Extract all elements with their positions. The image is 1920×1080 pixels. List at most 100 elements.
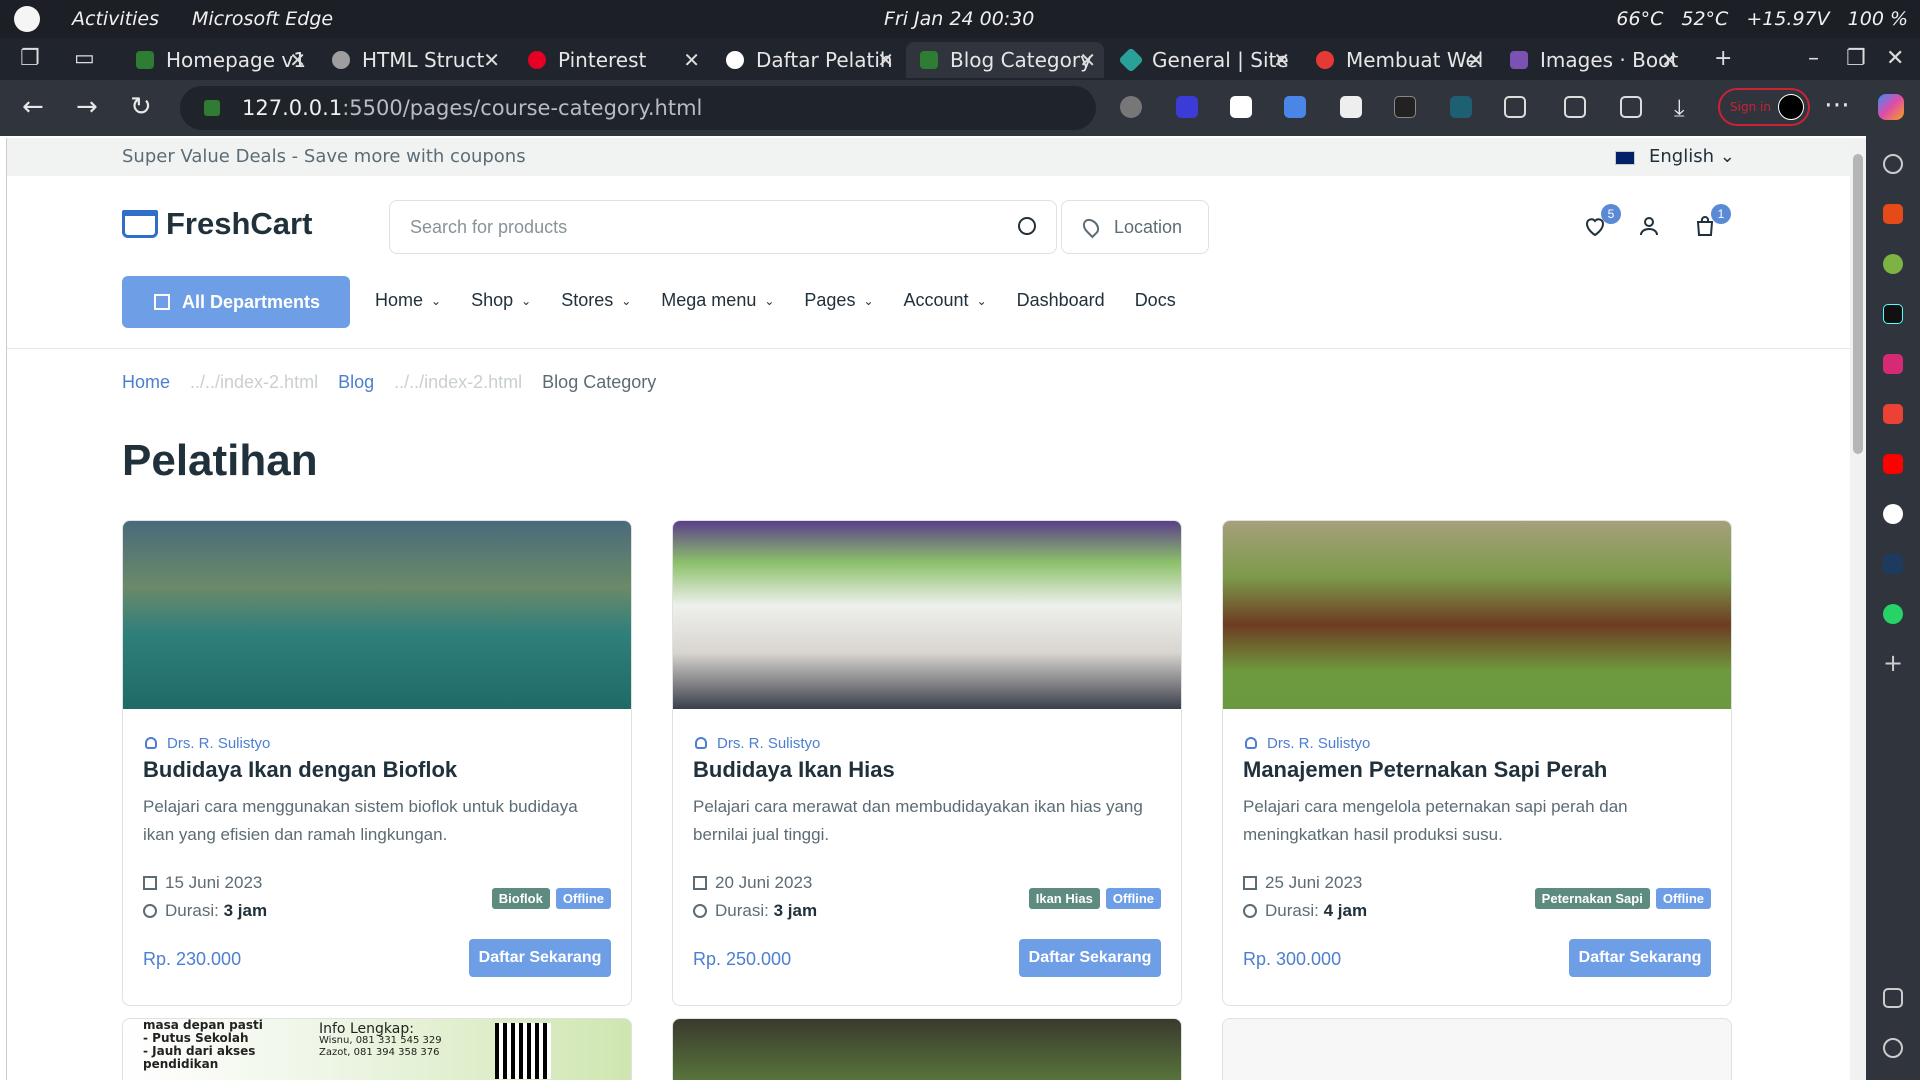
course-description: Pelajari cara menggunakan sistem bioflok… <box>143 797 578 844</box>
close-tab-icon[interactable]: ✕ <box>683 48 700 72</box>
tab-daftar-pelatih[interactable]: Daftar Pelatih ✕ <box>712 42 902 78</box>
page-scrollbar[interactable] <box>1850 138 1866 1080</box>
course-card[interactable]: masa depan pasti - Putus Sekolah - Jauh … <box>122 1018 632 1080</box>
activities-button[interactable]: Activities <box>72 8 159 30</box>
scrollbar-thumb[interactable] <box>1853 154 1863 454</box>
whatsapp-icon[interactable] <box>1883 604 1903 624</box>
course-author[interactable]: Drs. R. Sulistyo <box>1243 735 1370 752</box>
instagram-icon[interactable] <box>1883 354 1903 374</box>
extension-icon[interactable] <box>1230 96 1252 118</box>
nav-item-home[interactable]: Home ⌄ <box>375 290 441 311</box>
course-card[interactable]: Drs. R. Sulistyo Budidaya Ikan dengan Bi… <box>122 520 632 1006</box>
shopping-icon[interactable] <box>1883 204 1903 224</box>
user-icon[interactable] <box>1637 214 1661 238</box>
nav-item-docs[interactable]: Docs <box>1135 290 1176 311</box>
add-icon[interactable]: + <box>1883 651 1903 675</box>
search-input[interactable]: Search for products <box>389 200 1057 254</box>
extension-icon[interactable] <box>1394 96 1416 118</box>
extension-icon[interactable] <box>1450 96 1472 118</box>
app-menu[interactable]: Microsoft Edge <box>192 8 333 30</box>
more-icon[interactable]: ⋯ <box>1824 90 1850 120</box>
close-tab-icon[interactable]: ✕ <box>483 48 500 72</box>
register-button[interactable]: Daftar Sekarang <box>469 939 611 977</box>
location-button[interactable]: Location <box>1061 200 1209 254</box>
tab-general-site[interactable]: General | Site ✕ <box>1108 42 1298 78</box>
course-card[interactable] <box>672 1018 1182 1080</box>
nav-item-shop[interactable]: Shop ⌄ <box>471 290 531 311</box>
register-button[interactable]: Daftar Sekarang <box>1019 939 1161 977</box>
notion-icon[interactable] <box>1340 96 1362 118</box>
close-tab-icon[interactable]: ✕ <box>289 48 306 72</box>
split-screen-icon[interactable] <box>1564 96 1586 118</box>
close-window-icon[interactable]: ✕ <box>1886 46 1904 71</box>
course-title[interactable]: Budidaya Ikan dengan Bioflok <box>143 757 457 783</box>
favicon-icon <box>1316 51 1334 69</box>
forward-icon[interactable]: → <box>76 92 98 122</box>
downloads-icon[interactable]: ⤓ <box>1674 94 1685 122</box>
all-departments-button[interactable]: All Departments <box>122 276 350 328</box>
course-card[interactable]: Drs. R. Sulistyo Budidaya Ikan Hias Pela… <box>672 520 1182 1006</box>
profile-button[interactable]: Sign in <box>1718 88 1810 126</box>
register-button[interactable]: Daftar Sekarang <box>1569 939 1711 977</box>
breadcrumb-current: Blog Category <box>542 372 657 392</box>
course-author[interactable]: Drs. R. Sulistyo <box>143 735 270 752</box>
course-title[interactable]: Manajemen Peternakan Sapi Perah <box>1243 757 1607 783</box>
tab-pinterest[interactable]: Pinterest ✕ <box>514 42 708 78</box>
course-duration: Durasi: 3 jam <box>693 901 817 921</box>
extension-icon[interactable] <box>1284 96 1306 118</box>
tab-homepage[interactable]: Homepage v1 ✕ <box>122 42 314 78</box>
close-tab-icon[interactable]: ✕ <box>1661 48 1678 72</box>
tiktok-icon[interactable] <box>1883 304 1903 324</box>
tab-html-structure[interactable]: HTML Struct ✕ <box>318 42 508 78</box>
course-author[interactable]: Drs. R. Sulistyo <box>693 735 820 752</box>
nav-item-pages[interactable]: Pages ⌄ <box>804 290 873 311</box>
clock[interactable]: Fri Jan 24 00:30 <box>884 8 1034 30</box>
vertical-tabs-icon[interactable]: ▭ <box>74 46 95 71</box>
tab-images-bootstrap[interactable]: Images · Boot ✕ <box>1496 42 1686 78</box>
activities-logo-icon[interactable] <box>14 6 40 32</box>
nav-item-stores[interactable]: Stores ⌄ <box>561 290 631 311</box>
tab-membuat-web[interactable]: Membuat Wel ✕ <box>1302 42 1492 78</box>
search-icon[interactable] <box>1883 154 1903 174</box>
youtube-icon[interactable] <box>1883 454 1903 474</box>
screenshot-icon[interactable] <box>1883 988 1903 1008</box>
restore-icon[interactable]: ❐ <box>1846 46 1866 71</box>
nav-item-mega-menu[interactable]: Mega menu ⌄ <box>661 290 774 311</box>
url-path: :5500/pages/course-category.html <box>342 96 703 120</box>
tab-blog-category[interactable]: Blog Category ✕ <box>906 42 1104 78</box>
nav-item-account[interactable]: Account ⌄ <box>904 290 987 311</box>
extensions-icon[interactable] <box>1504 96 1526 118</box>
site-info-icon[interactable] <box>204 100 220 116</box>
system-status[interactable]: 66°C 52°C +15.97V 100 % <box>1616 8 1908 30</box>
close-tab-icon[interactable]: ✕ <box>1079 48 1096 72</box>
extension-icon[interactable] <box>1176 96 1198 118</box>
collections-icon[interactable] <box>1620 96 1642 118</box>
workspaces-icon[interactable]: ❐ <box>20 46 40 71</box>
extension-icon[interactable] <box>1883 554 1903 574</box>
course-card[interactable] <box>1222 1018 1732 1080</box>
course-tags: Ikan Hias Offline <box>1028 888 1161 909</box>
close-tab-icon[interactable]: ✕ <box>1467 48 1484 72</box>
close-tab-icon[interactable]: ✕ <box>1273 48 1290 72</box>
nav-item-dashboard[interactable]: Dashboard <box>1017 290 1105 311</box>
breadcrumb-home[interactable]: Home <box>122 372 170 393</box>
brand-logo[interactable]: FreshCart <box>122 206 312 242</box>
course-title[interactable]: Budidaya Ikan Hias <box>693 757 895 783</box>
course-card[interactable]: Drs. R. Sulistyo Manajemen Peternakan Sa… <box>1222 520 1732 1006</box>
back-icon[interactable]: ← <box>22 92 44 122</box>
breadcrumb-blog[interactable]: Blog <box>338 372 374 393</box>
search-icon[interactable] <box>1018 217 1036 235</box>
extension-icon[interactable] <box>1883 254 1903 274</box>
gmail-icon[interactable] <box>1883 404 1903 424</box>
favicon-icon <box>136 51 154 69</box>
address-bar[interactable]: 127.0.0.1:5500/pages/course-category.htm… <box>180 86 1096 130</box>
close-tab-icon[interactable]: ✕ <box>877 48 894 72</box>
new-tab-icon[interactable]: + <box>1714 46 1732 71</box>
language-select[interactable]: English ⌄ <box>1615 146 1735 167</box>
reload-icon[interactable]: ↻ <box>130 92 152 122</box>
openai-icon[interactable] <box>1883 504 1903 524</box>
copilot-icon[interactable] <box>1878 94 1904 120</box>
settings-icon[interactable] <box>1883 1038 1903 1058</box>
extension-icon[interactable] <box>1120 96 1142 118</box>
minimize-icon[interactable]: – <box>1808 46 1819 71</box>
